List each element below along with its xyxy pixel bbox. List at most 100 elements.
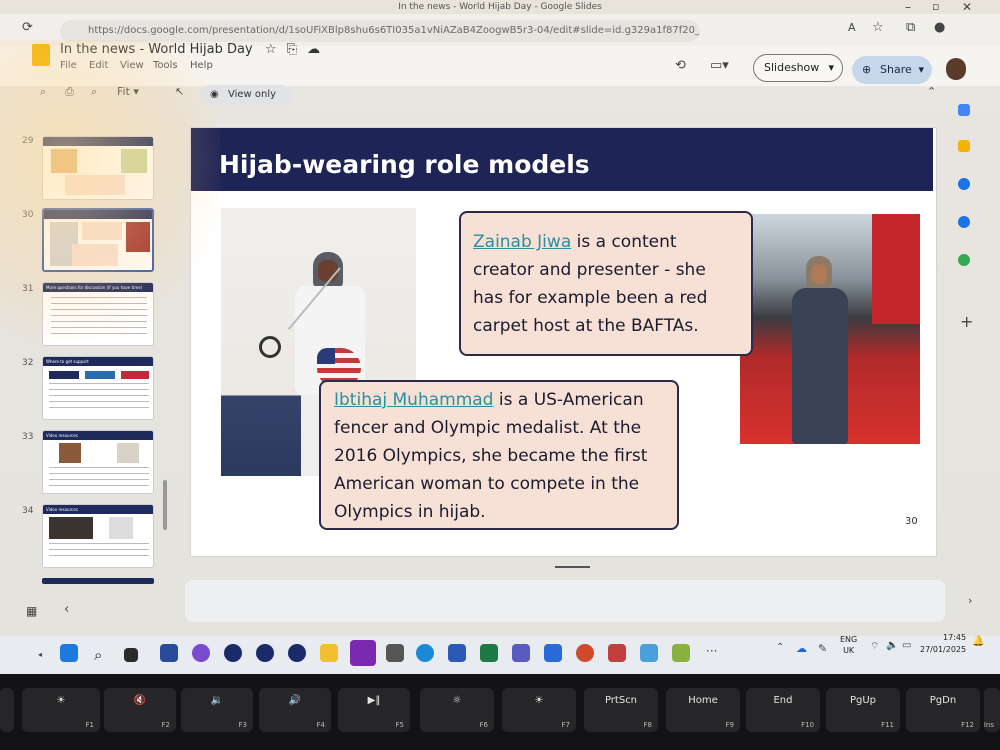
speaker-notes-area[interactable] xyxy=(185,580,945,622)
reload-icon[interactable]: ⟳ xyxy=(22,20,33,35)
extensions-icon[interactable]: ⧉ xyxy=(906,20,915,35)
star-icon[interactable]: ☆ xyxy=(265,42,277,57)
slideshow-button[interactable]: Slideshow ▾ xyxy=(753,54,843,82)
volume-icon[interactable]: 🔈 xyxy=(886,640,898,651)
collapse-filmstrip-icon[interactable]: ‹ xyxy=(64,602,69,617)
teams-icon[interactable] xyxy=(512,644,530,662)
app-sb-icon[interactable] xyxy=(288,644,306,662)
speaker-notes-handle[interactable] xyxy=(555,566,590,568)
add-addon-icon[interactable]: + xyxy=(960,312,973,331)
calculator-icon[interactable] xyxy=(386,644,404,662)
tray-chevron-icon[interactable]: ⌃ xyxy=(776,642,784,653)
app-icon[interactable] xyxy=(640,644,658,662)
onenote-icon[interactable] xyxy=(350,640,376,666)
language-indicator[interactable]: ENG UK xyxy=(840,634,857,656)
battery-icon[interactable]: ▭ xyxy=(902,640,911,651)
tasks-icon[interactable] xyxy=(958,178,970,190)
notification-bell-icon[interactable]: 🔔 xyxy=(972,636,984,647)
thumb-image xyxy=(126,222,150,252)
powerpoint-icon[interactable] xyxy=(576,644,594,662)
language-code: ENG xyxy=(840,635,858,644)
more-apps-icon[interactable]: ··· xyxy=(706,644,717,658)
filmstrip-scrollbar[interactable] xyxy=(163,480,167,530)
key-fn: F10 xyxy=(801,721,814,729)
collapse-toolbar-icon[interactable]: ⌃ xyxy=(927,85,936,98)
minimize-icon[interactable]: – xyxy=(905,0,911,14)
app-icon[interactable] xyxy=(672,644,690,662)
zainab-jiwa-link[interactable]: Zainab Jiwa xyxy=(473,232,571,252)
bookmark-star-icon[interactable]: ☆ xyxy=(872,20,884,35)
slide-number: 33 xyxy=(22,432,34,442)
ibtihaj-muhammad-link[interactable]: Ibtihaj Muhammad xyxy=(334,390,493,410)
slide-thumbnail-29[interactable] xyxy=(42,136,154,200)
zainab-jiwa-card: Zainab Jiwa is a content creator and pre… xyxy=(459,211,753,356)
copilot-icon[interactable] xyxy=(192,644,210,662)
slides-logo-icon[interactable] xyxy=(32,44,50,66)
search-icon[interactable]: ⌕ xyxy=(94,646,102,664)
maps-icon[interactable] xyxy=(958,254,970,266)
slide-canvas[interactable]: Hijab-wearing role models Zainab Jiwa is… xyxy=(190,127,937,557)
menu-view[interactable]: View xyxy=(120,60,144,71)
meet-icon[interactable]: ▭▾ xyxy=(710,58,729,73)
contacts-icon[interactable] xyxy=(958,216,970,228)
slide-thumbnail-31[interactable]: More questions for discussion (if you ha… xyxy=(42,282,154,346)
file-explorer-icon[interactable] xyxy=(320,644,338,662)
slideshow-dropdown-icon[interactable]: ▾ xyxy=(828,55,834,81)
close-icon[interactable]: ✕ xyxy=(962,0,972,14)
share-button[interactable]: ⊕ Share ▾ xyxy=(852,56,932,84)
menu-help[interactable]: Help xyxy=(190,60,213,71)
zoom-icon[interactable]: ⌕ xyxy=(91,85,97,99)
read-aloud-icon[interactable]: A xyxy=(848,21,856,34)
onedrive-icon[interactable]: ☁ xyxy=(796,642,807,655)
slide-thumbnail-32[interactable]: Where to get support xyxy=(42,356,154,420)
widgets-icon[interactable]: ◂ xyxy=(38,650,42,659)
menu-edit[interactable]: Edit xyxy=(89,60,108,71)
zoom-select[interactable]: Fit ▾ xyxy=(117,85,139,98)
search-menus-icon[interactable]: ⌕ xyxy=(40,85,46,99)
word-icon[interactable] xyxy=(448,644,466,662)
key-fn: F5 xyxy=(395,721,404,729)
url-field[interactable]: https://docs.google.com/presentation/d/1… xyxy=(60,20,700,42)
edge-icon[interactable] xyxy=(416,644,434,662)
thumb-title-bar: Video resources xyxy=(43,505,153,514)
expand-side-panel-icon[interactable]: › xyxy=(968,594,972,607)
menu-file[interactable]: File xyxy=(60,60,77,71)
print-icon[interactable]: ⎙ xyxy=(65,85,74,99)
account-avatar[interactable] xyxy=(946,58,966,80)
keep-icon[interactable] xyxy=(958,140,970,152)
app-icon[interactable] xyxy=(608,644,626,662)
window-title: In the news - World Hijab Day - Google S… xyxy=(398,2,602,12)
key-fn: F12 xyxy=(961,721,974,729)
slide-thumbnail-33[interactable]: Video resources xyxy=(42,430,154,494)
history-icon[interactable]: ⟲ xyxy=(675,58,686,73)
share-dropdown-icon[interactable]: ▾ xyxy=(918,56,924,84)
profile-icon[interactable]: ● xyxy=(934,20,945,35)
todo-icon[interactable] xyxy=(544,644,562,662)
system-clock[interactable]: 17:45 27/01/2025 xyxy=(920,632,966,656)
slide-thumbnail-30[interactable] xyxy=(42,208,154,272)
pen-icon[interactable]: ✎ xyxy=(818,642,827,655)
slide-thumbnail-35[interactable] xyxy=(42,578,154,584)
menu-tools[interactable]: Tools xyxy=(153,60,178,71)
maximize-icon[interactable]: ▫ xyxy=(932,0,939,13)
document-title[interactable]: In the news - World Hijab Day ☆ ⎘ ☁ xyxy=(60,42,320,57)
start-icon[interactable] xyxy=(60,644,78,662)
key-f11: PgUp F11 xyxy=(826,688,900,732)
thumb-title-bar: More questions for discussion (if you ha… xyxy=(43,283,153,292)
select-cursor-icon[interactable]: ↖ xyxy=(175,85,184,98)
slide-thumbnail-34[interactable]: Video resources xyxy=(42,504,154,568)
store-icon[interactable] xyxy=(160,644,178,662)
view-only-chip[interactable]: ◉ View only xyxy=(200,85,292,105)
app-sb-icon[interactable] xyxy=(256,644,274,662)
excel-icon[interactable] xyxy=(480,644,498,662)
calendar-icon[interactable] xyxy=(958,104,970,116)
move-icon[interactable]: ⎘ xyxy=(287,42,297,57)
key-f4: 🔊 F4 xyxy=(259,688,331,732)
thumb-text xyxy=(51,297,147,337)
slideshow-label: Slideshow xyxy=(764,61,820,74)
task-view-icon[interactable] xyxy=(124,648,138,662)
grid-view-icon[interactable]: ▦ xyxy=(26,604,37,618)
wifi-icon[interactable]: ⌔ xyxy=(870,640,879,653)
view-only-label: View only xyxy=(228,89,277,100)
app-sb-icon[interactable] xyxy=(224,644,242,662)
